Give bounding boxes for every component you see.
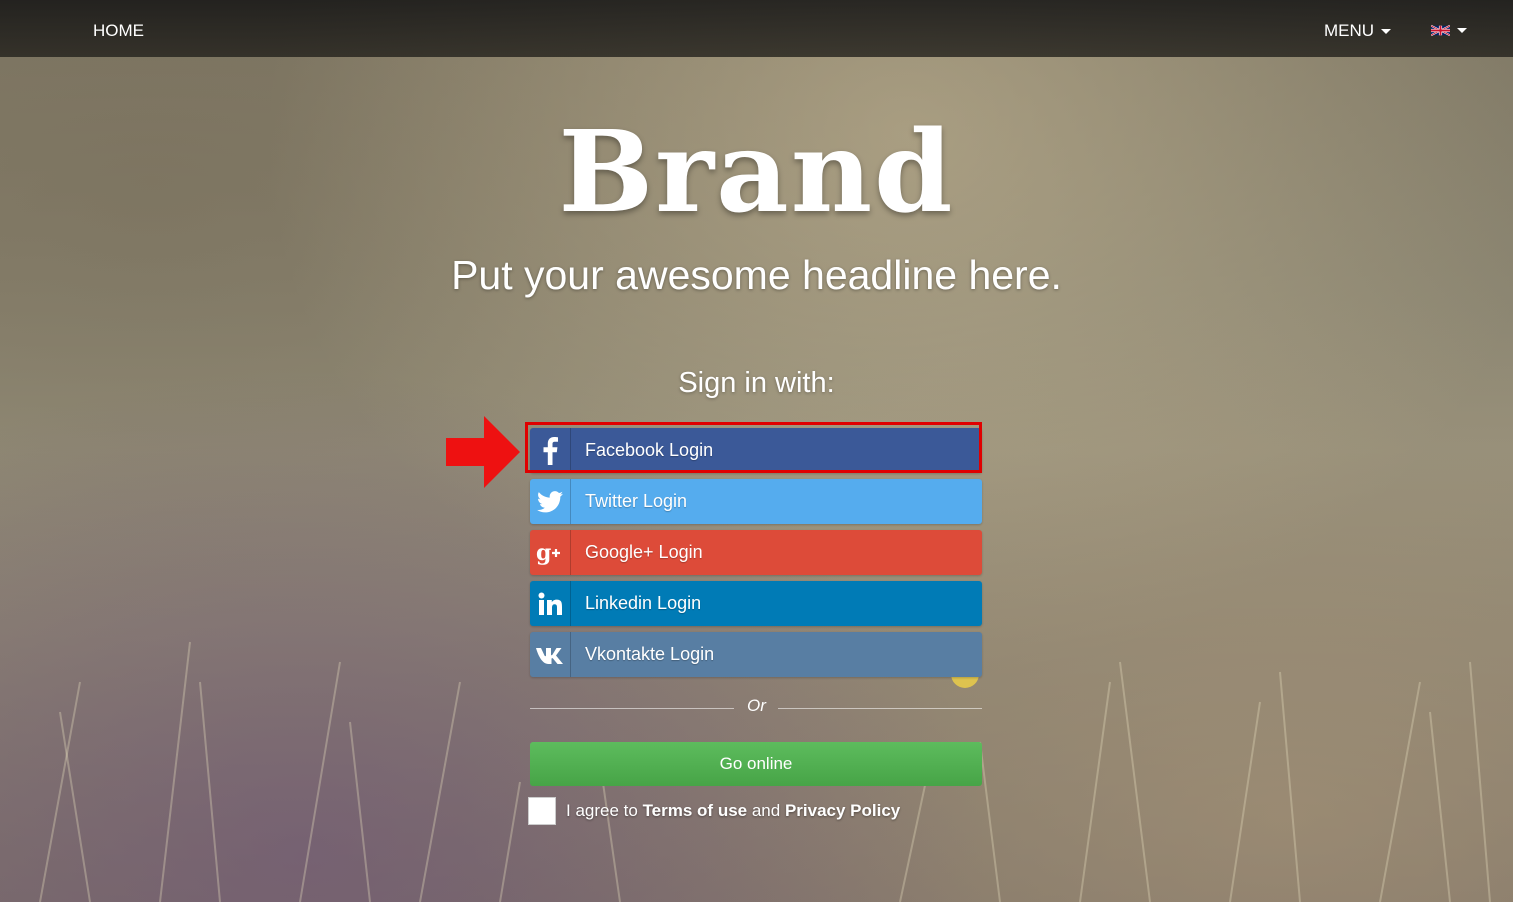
signin-title: Sign in with: [678,367,835,399]
agree-text: I agree to Terms of use and Privacy Poli… [566,801,900,821]
google-plus-login-label: Google+ Login [585,542,703,562]
nav-menu-dropdown[interactable]: MENU [1324,21,1392,41]
nav-menu-label: MENU [1324,21,1375,40]
red-arrow-icon [446,416,520,488]
twitter-login-label: Twitter Login [585,491,688,511]
linkedin-icon [530,581,571,626]
brand-logo: Brand [558,107,955,238]
vkontakte-login-button[interactable]: Vkontakte Login [530,632,982,677]
vkontakte-login-label: Vkontakte Login [585,644,715,664]
nav-home-link[interactable]: HOME [93,21,144,41]
linkedin-login-button[interactable]: Linkedin Login [530,581,982,626]
top-navbar: HOME MENU [0,0,1513,57]
caret-down-icon [1381,28,1392,34]
hero-headline: Put your awesome headline here. [451,252,1062,298]
agree-checkbox[interactable] [528,797,556,825]
facebook-highlight-box [525,422,982,473]
or-label: Or [747,696,766,715]
go-online-button[interactable]: Go online [530,742,982,786]
twitter-login-button[interactable]: Twitter Login [530,479,982,524]
vk-icon [530,632,571,677]
google-plus-login-button[interactable]: g Google+ Login [530,530,982,575]
agree-terms-row: I agree to Terms of use and Privacy Poli… [528,797,900,825]
login-page: HOME MENU Brand Put your awesome headlin… [0,0,1513,902]
terms-of-use-link[interactable]: Terms of use [643,801,748,820]
google-plus-icon: g [530,530,571,575]
linkedin-login-label: Linkedin Login [585,593,702,613]
agree-middle: and [747,801,785,820]
agree-prefix: I agree to [566,801,643,820]
uk-flag-icon [1431,24,1450,37]
language-dropdown[interactable] [1431,24,1467,37]
privacy-policy-link[interactable]: Privacy Policy [785,801,900,820]
twitter-icon [530,479,571,524]
caret-down-icon [1457,28,1467,33]
svg-text:g: g [536,541,551,565]
